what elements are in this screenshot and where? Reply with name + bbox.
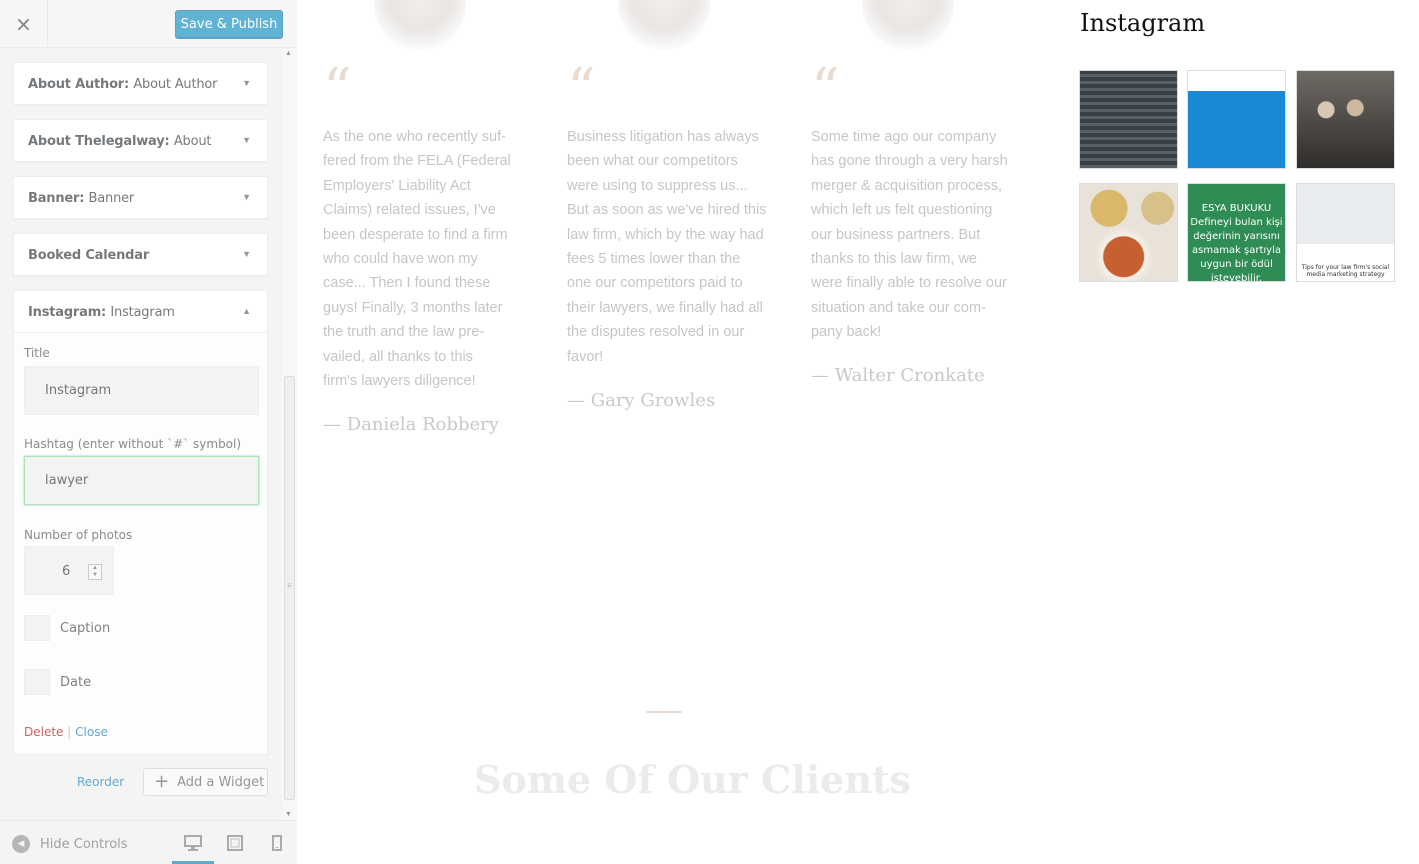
instagram-photo[interactable]: Tips for your law firm's social media ma…	[1296, 183, 1395, 282]
close-customizer-button[interactable]: ×	[0, 0, 48, 48]
spinner-arrows[interactable]: ▲ ▼	[88, 564, 102, 580]
expand-arrow-icon[interactable]: ▼	[242, 192, 251, 202]
quote-icon: “	[567, 57, 596, 122]
mobile-icon	[272, 835, 282, 851]
widget-subtitle: About Author	[133, 77, 218, 92]
desktop-preview-button[interactable]	[183, 833, 203, 853]
photos-count-stepper[interactable]: 6 ▲ ▼	[24, 546, 114, 595]
delete-widget-link[interactable]: Delete	[24, 725, 63, 739]
reorder-link[interactable]: Reorder	[77, 775, 124, 789]
widget-name: About Author:	[28, 77, 130, 92]
photo-caption-text: Tips for your law firm's social media ma…	[1301, 264, 1390, 278]
date-label: Date	[60, 675, 92, 690]
widget-instagram[interactable]: Instagram: Instagram ▲	[13, 290, 268, 333]
instagram-photo[interactable]	[1079, 70, 1178, 169]
tablet-icon	[227, 835, 243, 851]
caption-checkbox[interactable]	[24, 615, 50, 641]
site-preview: “ As the one who recently suf-fered from…	[298, 0, 1419, 864]
date-checkbox[interactable]	[24, 669, 50, 695]
widget-name: About Thelegalway:	[28, 134, 170, 149]
widget-name: Booked Calendar	[28, 248, 150, 263]
hide-controls-label: Hide Controls	[40, 836, 128, 852]
title-label: Title	[24, 346, 50, 360]
collapse-arrow-icon[interactable]: ▲	[242, 306, 251, 316]
instagram-widget-form: Title Instagram Hashtag (enter without `…	[13, 333, 268, 755]
desktop-icon	[184, 835, 202, 851]
widget-booked-calendar[interactable]: Booked Calendar ▼	[13, 233, 268, 276]
scrollbar-thumb[interactable]: ≡	[284, 376, 295, 800]
photos-count-value: 6	[62, 564, 71, 579]
testimonial-author: — Daniela Robbery	[323, 414, 499, 435]
scroll-down-icon[interactable]: ▼	[285, 811, 292, 818]
instagram-photo[interactable]	[1187, 70, 1286, 169]
quote-icon: “	[811, 57, 840, 122]
caption-label: Caption	[60, 621, 111, 636]
widget-subtitle: Instagram	[110, 305, 175, 320]
mobile-preview-button[interactable]	[267, 833, 287, 853]
instagram-photo[interactable]	[1079, 183, 1178, 282]
sidebar-scrollbar[interactable]: ▲ ≡ ▼	[282, 48, 297, 820]
section-divider	[646, 711, 682, 713]
widget-name: Instagram:	[28, 305, 107, 320]
actions-separator: |	[67, 725, 72, 739]
tablet-preview-button[interactable]	[225, 833, 245, 853]
add-widget-button[interactable]: + Add a Widget	[143, 768, 268, 796]
photos-count-label: Number of photos	[24, 528, 133, 542]
expand-arrow-icon[interactable]: ▼	[242, 78, 251, 88]
scroll-up-icon[interactable]: ▲	[285, 50, 292, 57]
save-publish-button[interactable]: Save & Publish	[175, 10, 283, 39]
clients-section-title: Some Of Our Clients	[474, 757, 911, 802]
close-icon: ×	[15, 12, 32, 36]
hashtag-input[interactable]: lawyer	[24, 456, 259, 505]
spinner-down-icon[interactable]: ▼	[89, 572, 101, 579]
avatar	[374, 0, 466, 50]
collapse-arrow-icon: ◀	[12, 835, 30, 853]
widget-actions: Delete | Close	[24, 725, 108, 739]
spinner-up-icon[interactable]: ▲	[89, 565, 101, 572]
instagram-photo[interactable]: ESYA BUKUKU Defineyi bulan kişi değerini…	[1187, 183, 1286, 284]
testimonial-author: — Walter Cronkate	[811, 365, 985, 386]
instagram-photo[interactable]	[1296, 70, 1395, 169]
widget-about-thelegalway[interactable]: About Thelegalway: About ▼	[13, 119, 268, 162]
customizer-header: × Save & Publish	[0, 0, 297, 48]
close-widget-link[interactable]: Close	[75, 725, 108, 739]
expand-arrow-icon[interactable]: ▼	[242, 135, 251, 145]
hide-controls-button[interactable]: ◀ Hide Controls	[12, 835, 128, 853]
avatar	[618, 0, 710, 50]
title-input[interactable]: Instagram	[24, 366, 259, 415]
avatar	[862, 0, 954, 50]
widget-about-author[interactable]: About Author: About Author ▼	[13, 62, 268, 105]
testimonial-text: As the one who recently suf-fered from t…	[323, 129, 511, 390]
grip-icon: ≡	[287, 581, 292, 590]
widget-name: Banner:	[28, 191, 85, 206]
customizer-footer: ◀ Hide Controls	[0, 820, 297, 864]
widget-subtitle: About	[173, 134, 212, 149]
testimonial-text: Some time ago our company has gone throu…	[811, 129, 1008, 341]
testimonial-text: Business litigation has always been what…	[567, 129, 767, 365]
widget-subtitle: Banner	[88, 191, 135, 206]
instagram-widget-title: Instagram	[1080, 9, 1206, 37]
expand-arrow-icon[interactable]: ▼	[242, 249, 251, 259]
add-widget-label: Add a Widget	[177, 774, 265, 790]
quote-icon: “	[323, 57, 352, 122]
photo-caption-text: ESYA BUKUKU Defineyi bulan kişi değerini…	[1190, 203, 1283, 284]
widget-banner[interactable]: Banner: Banner ▼	[13, 176, 268, 219]
hashtag-label: Hashtag (enter without `#` symbol)	[24, 437, 242, 451]
plus-icon: +	[154, 771, 170, 792]
customizer-sidebar: × Save & Publish ▲ ≡ ▼ About Author: Abo…	[0, 0, 297, 864]
testimonial-author: — Gary Growles	[567, 390, 716, 411]
